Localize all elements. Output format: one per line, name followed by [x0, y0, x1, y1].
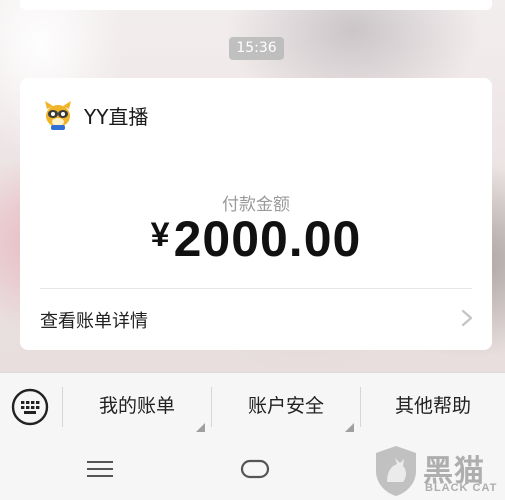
menu-item-account-security-label: 账户安全	[247, 395, 324, 417]
chevron-right-icon	[461, 309, 473, 327]
card-header: YY直播	[42, 100, 148, 130]
menu-item-my-bills-label: 我的账单	[98, 395, 175, 417]
keyboard-icon[interactable]	[10, 387, 50, 427]
menu-item-account-security[interactable]: 账户安全	[212, 373, 360, 440]
previous-message-card	[20, 0, 492, 10]
message-timestamp: 15:36	[229, 37, 284, 60]
service-menu-bar: 我的账单 账户安全 其他帮助	[0, 372, 505, 440]
watermark-text-en: BLACK CAT	[425, 482, 498, 494]
submenu-indicator-icon	[196, 423, 205, 432]
menu-item-my-bills[interactable]: 我的账单	[63, 373, 211, 440]
black-cat-watermark: 黑猫 BLACK CAT	[373, 440, 505, 500]
submenu-indicator-icon	[345, 423, 354, 432]
home-pill-icon[interactable]	[240, 458, 270, 480]
menu-item-other-help[interactable]: 其他帮助	[361, 373, 505, 440]
view-bill-details-link[interactable]: 查看账单详情	[20, 289, 492, 347]
menu-item-other-help-label: 其他帮助	[394, 395, 471, 417]
chat-background: 15:36 YY直播 付款金额 ¥2000.00 查看账单详情	[0, 0, 505, 372]
app-name: YY直播	[84, 104, 149, 129]
yy-bear-logo-icon	[45, 101, 71, 130]
payment-notification-card[interactable]: YY直播 付款金额 ¥2000.00 查看账单详情	[20, 78, 492, 350]
payment-amount: ¥2000.00	[20, 210, 492, 268]
view-bill-details-label: 查看账单详情	[40, 311, 148, 332]
hamburger-menu-icon[interactable]	[86, 459, 114, 479]
black-cat-shield-icon	[376, 446, 416, 496]
currency-symbol: ¥	[150, 216, 170, 254]
amount-value: 2000.00	[173, 211, 362, 267]
